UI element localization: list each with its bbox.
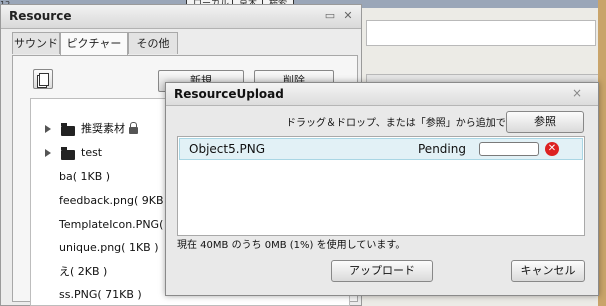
tree-item-file[interactable]: unique.png( 1KB ) bbox=[59, 238, 159, 258]
cancel-button[interactable]: キャンセル bbox=[511, 260, 585, 282]
file-name: Object5.PNG bbox=[189, 142, 266, 156]
upload-title: ResourceUpload bbox=[174, 87, 284, 101]
expand-arrow-icon[interactable] bbox=[45, 149, 51, 157]
background-edge bbox=[598, 0, 606, 306]
browse-button[interactable]: 参照 bbox=[506, 111, 584, 133]
upload-button[interactable]: アップロード bbox=[331, 260, 433, 282]
tree-item-label: test bbox=[81, 146, 103, 159]
remove-file-icon[interactable]: ✕ bbox=[545, 142, 559, 156]
upload-file-list: Object5.PNG Pending ✕ bbox=[177, 136, 585, 236]
file-status: Pending bbox=[418, 142, 466, 156]
tree-item-file[interactable]: え( 2KB ) bbox=[59, 262, 107, 282]
folder-icon bbox=[61, 147, 75, 160]
tree-item-file[interactable]: ss.PNG( 71KB ) bbox=[59, 285, 142, 305]
tree-item-file[interactable]: TemplateIcon.PNG( bbox=[59, 215, 163, 235]
storage-usage: 現在 40MB のうち 0MB (1%) を使用しています。 bbox=[177, 240, 406, 251]
upload-titlebar[interactable]: ResourceUpload × bbox=[166, 83, 598, 106]
restore-icon[interactable]: ▭ bbox=[323, 9, 337, 23]
folder-icon bbox=[61, 123, 75, 136]
resource-titlebar[interactable]: Resource ▭ ✕ bbox=[1, 5, 361, 29]
upload-progress-bar bbox=[479, 142, 539, 156]
copy-button[interactable] bbox=[33, 69, 53, 89]
tree-item-label: 推奨素材 bbox=[81, 122, 125, 135]
upload-file-row[interactable]: Object5.PNG Pending ✕ bbox=[179, 138, 583, 160]
tab-picture[interactable]: ピクチャー bbox=[60, 32, 128, 56]
tree-item-file[interactable]: feedback.png( 9KB bbox=[59, 191, 164, 211]
close-icon[interactable]: ✕ bbox=[341, 9, 355, 23]
tree-item-file[interactable]: ba( 1KB ) bbox=[59, 167, 110, 187]
background-panel bbox=[366, 20, 596, 46]
upload-dialog: ResourceUpload × ドラッグ＆ドロップ、または「参照」から追加でき… bbox=[165, 82, 599, 296]
copy-icon-front bbox=[39, 73, 49, 86]
tab-other[interactable]: その他 bbox=[128, 32, 178, 54]
expand-arrow-icon[interactable] bbox=[45, 125, 51, 133]
resource-title: Resource bbox=[9, 9, 72, 23]
tab-sound[interactable]: サウンド bbox=[12, 32, 60, 54]
close-icon[interactable]: × bbox=[570, 86, 584, 100]
lock-icon bbox=[129, 122, 138, 134]
